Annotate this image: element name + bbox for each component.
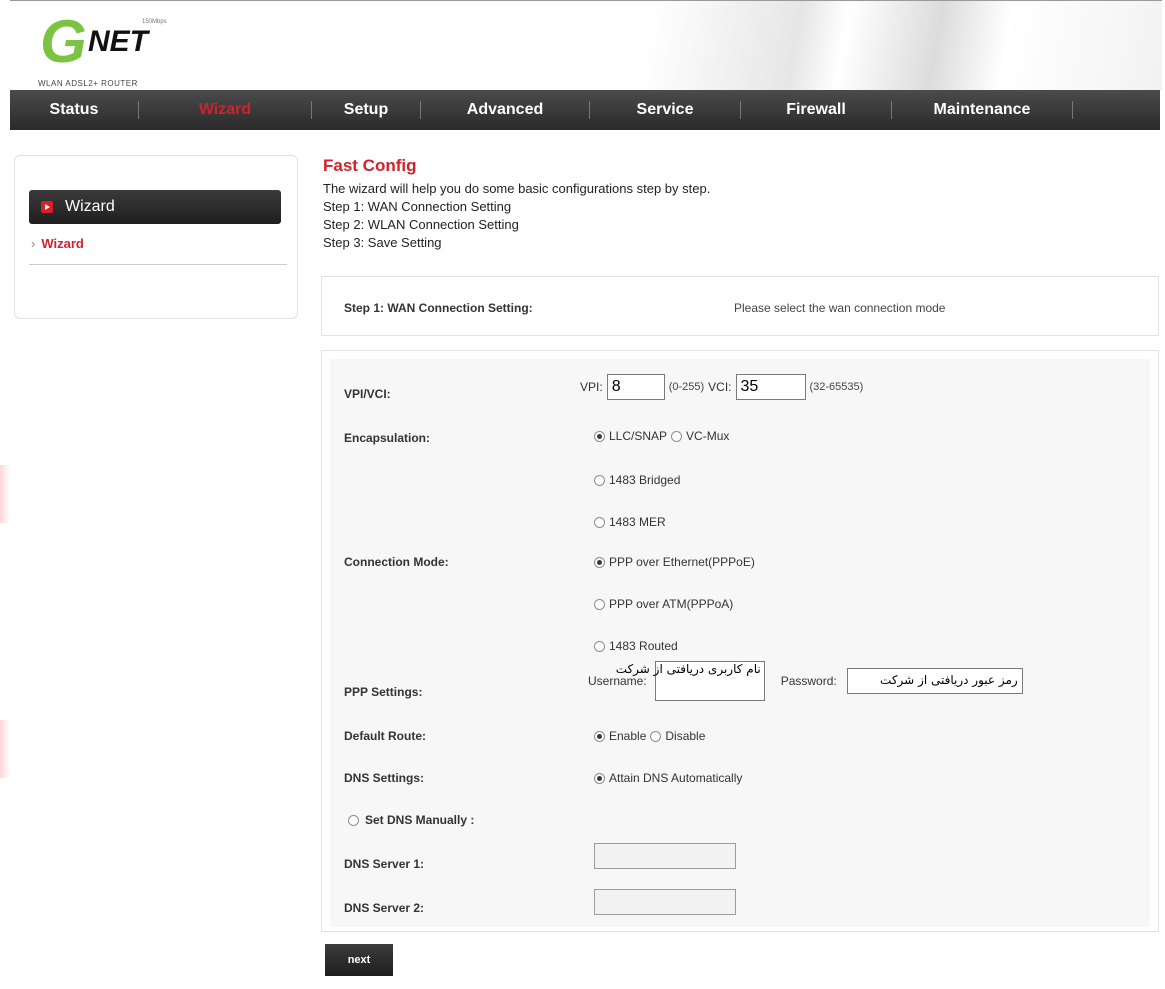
step-header-box: Step 1: WAN Connection Setting: Please s…	[321, 276, 1159, 336]
dns-manual-label: Set DNS Manually :	[365, 813, 475, 827]
encap-vcmux-label: VC-Mux	[686, 429, 730, 443]
vpi-range: (0-255)	[668, 381, 705, 393]
password-label: Password:	[780, 674, 837, 688]
chevron-right-icon: ›	[31, 236, 36, 251]
logo-subtitle: WLAN ADSL2+ ROUTER	[38, 79, 138, 88]
default-route-options: Enable Disable	[594, 729, 705, 743]
mode-routed-label: 1483 Routed	[609, 639, 678, 653]
main-nav: Status Wizard Setup Advanced Service Fir…	[10, 90, 1160, 130]
nav-wizard[interactable]: Wizard	[139, 101, 311, 119]
mode-pppoe-option: PPP over Ethernet(PPPoE)	[594, 555, 755, 569]
vci-input[interactable]	[735, 374, 806, 400]
dns-server-2-label: DNS Server 2:	[344, 901, 425, 915]
sidebar: Wizard › Wizard	[14, 155, 298, 319]
page-title: Fast Config	[323, 156, 417, 175]
mode-bridged-radio[interactable]	[594, 474, 605, 486]
dns-settings-label: DNS Settings:	[344, 771, 425, 785]
nav-maintenance[interactable]: Maintenance	[892, 101, 1072, 119]
intro-description: The wizard will help you do some basic c…	[323, 181, 711, 196]
sidebar-heading-wizard[interactable]: Wizard	[29, 190, 281, 224]
logo-speed-text: 150Mbps	[142, 19, 167, 25]
mode-mer-option: 1483 MER	[594, 515, 666, 529]
intro-section: Fast Config The wizard will help you do …	[323, 156, 1143, 252]
mode-routed-radio[interactable]	[594, 640, 605, 652]
wan-form-inner: VPI/VCI: VPI: (0-255) VCI: (32-65535) En…	[330, 359, 1150, 927]
vpi-label: VPI:	[580, 380, 603, 394]
mode-pppoe-radio[interactable]	[594, 556, 605, 568]
mode-routed-option: 1483 Routed	[594, 639, 678, 653]
dns-auto-label: Attain DNS Automatically	[609, 771, 743, 785]
password-input[interactable]: رمز عبور دریافتی از شرکت	[846, 668, 1023, 694]
mode-bridged-option: 1483 Bridged	[594, 473, 680, 487]
sidebar-item-label: Wizard	[41, 236, 84, 251]
edge-decoration	[0, 465, 10, 523]
vpi-vci-row: VPI: (0-255) VCI: (32-65535)	[580, 373, 863, 401]
header: G NET 150Mbps WLAN ADSL2+ ROUTER	[10, 0, 1162, 90]
default-route-label: Default Route:	[344, 729, 426, 743]
username-label: Username:	[588, 674, 647, 688]
connection-mode-label: Connection Mode:	[344, 555, 449, 569]
vci-label: VCI:	[708, 380, 732, 394]
edge-decoration	[0, 720, 10, 778]
step-label: Step 1: WAN Connection Setting:	[344, 301, 533, 315]
mode-pppoe-label: PPP over Ethernet(PPPoE)	[609, 555, 755, 569]
sidebar-heading-label: Wizard	[65, 198, 115, 215]
intro-step-2: Step 2: WLAN Connection Setting	[323, 217, 519, 232]
nav-setup[interactable]: Setup	[312, 101, 420, 119]
next-button[interactable]: next	[325, 944, 393, 976]
logo-net-text: NET	[88, 25, 148, 58]
encap-llc-label: LLC/SNAP	[609, 429, 668, 443]
step-note: Please select the wan connection mode	[734, 301, 946, 315]
mode-mer-label: 1483 MER	[609, 515, 666, 529]
intro-step-1: Step 1: WAN Connection Setting	[323, 199, 512, 214]
encap-llc-radio[interactable]	[594, 430, 605, 442]
mode-pppoa-radio[interactable]	[594, 598, 605, 610]
dns-auto-radio[interactable]	[594, 772, 605, 784]
dns-server-2-input[interactable]	[594, 889, 736, 915]
gnet-logo: G NET 150Mbps WLAN ADSL2+ ROUTER	[34, 7, 194, 88]
nav-status[interactable]: Status	[10, 101, 138, 119]
arrow-bullet-icon	[41, 201, 53, 213]
dns-auto-option: Attain DNS Automatically	[594, 771, 742, 785]
encapsulation-label: Encapsulation:	[344, 431, 431, 445]
ppp-settings-row: Username: نام کاربری دریافتی از شرکت Pas…	[588, 659, 1023, 703]
sidebar-item-wizard[interactable]: › Wizard	[31, 236, 84, 251]
mode-mer-radio[interactable]	[594, 516, 605, 528]
dns-server-1-input[interactable]	[594, 843, 736, 869]
nav-service[interactable]: Service	[590, 101, 740, 119]
vpi-vci-label: VPI/VCI:	[344, 387, 391, 401]
mode-bridged-label: 1483 Bridged	[609, 473, 681, 487]
nav-advanced[interactable]: Advanced	[421, 101, 589, 119]
dns-manual-option: Set DNS Manually :	[348, 813, 474, 827]
vci-range: (32-65535)	[809, 381, 864, 393]
sidebar-divider	[29, 264, 287, 265]
intro-step-3: Step 3: Save Setting	[323, 235, 442, 250]
nav-divider	[1072, 101, 1073, 119]
route-enable-label: Enable	[609, 729, 647, 743]
encap-vcmux-radio[interactable]	[671, 430, 683, 442]
route-disable-label: Disable	[665, 729, 706, 743]
route-enable-radio[interactable]	[594, 730, 605, 742]
wan-form: VPI/VCI: VPI: (0-255) VCI: (32-65535) En…	[321, 350, 1159, 932]
dns-manual-radio[interactable]	[348, 814, 359, 826]
encapsulation-options: LLC/SNAP VC-Mux	[594, 429, 729, 443]
route-disable-radio[interactable]	[650, 730, 662, 742]
dns-server-1-label: DNS Server 1:	[344, 857, 425, 871]
nav-firewall[interactable]: Firewall	[741, 101, 891, 119]
logo-g-letter: G	[40, 8, 87, 75]
mode-pppoa-option: PPP over ATM(PPPoA)	[594, 597, 733, 611]
vpi-input[interactable]	[606, 374, 665, 400]
ppp-settings-label: PPP Settings:	[344, 685, 423, 699]
username-input[interactable]: نام کاربری دریافتی از شرکت	[616, 661, 765, 701]
mode-pppoa-label: PPP over ATM(PPPoA)	[609, 597, 734, 611]
